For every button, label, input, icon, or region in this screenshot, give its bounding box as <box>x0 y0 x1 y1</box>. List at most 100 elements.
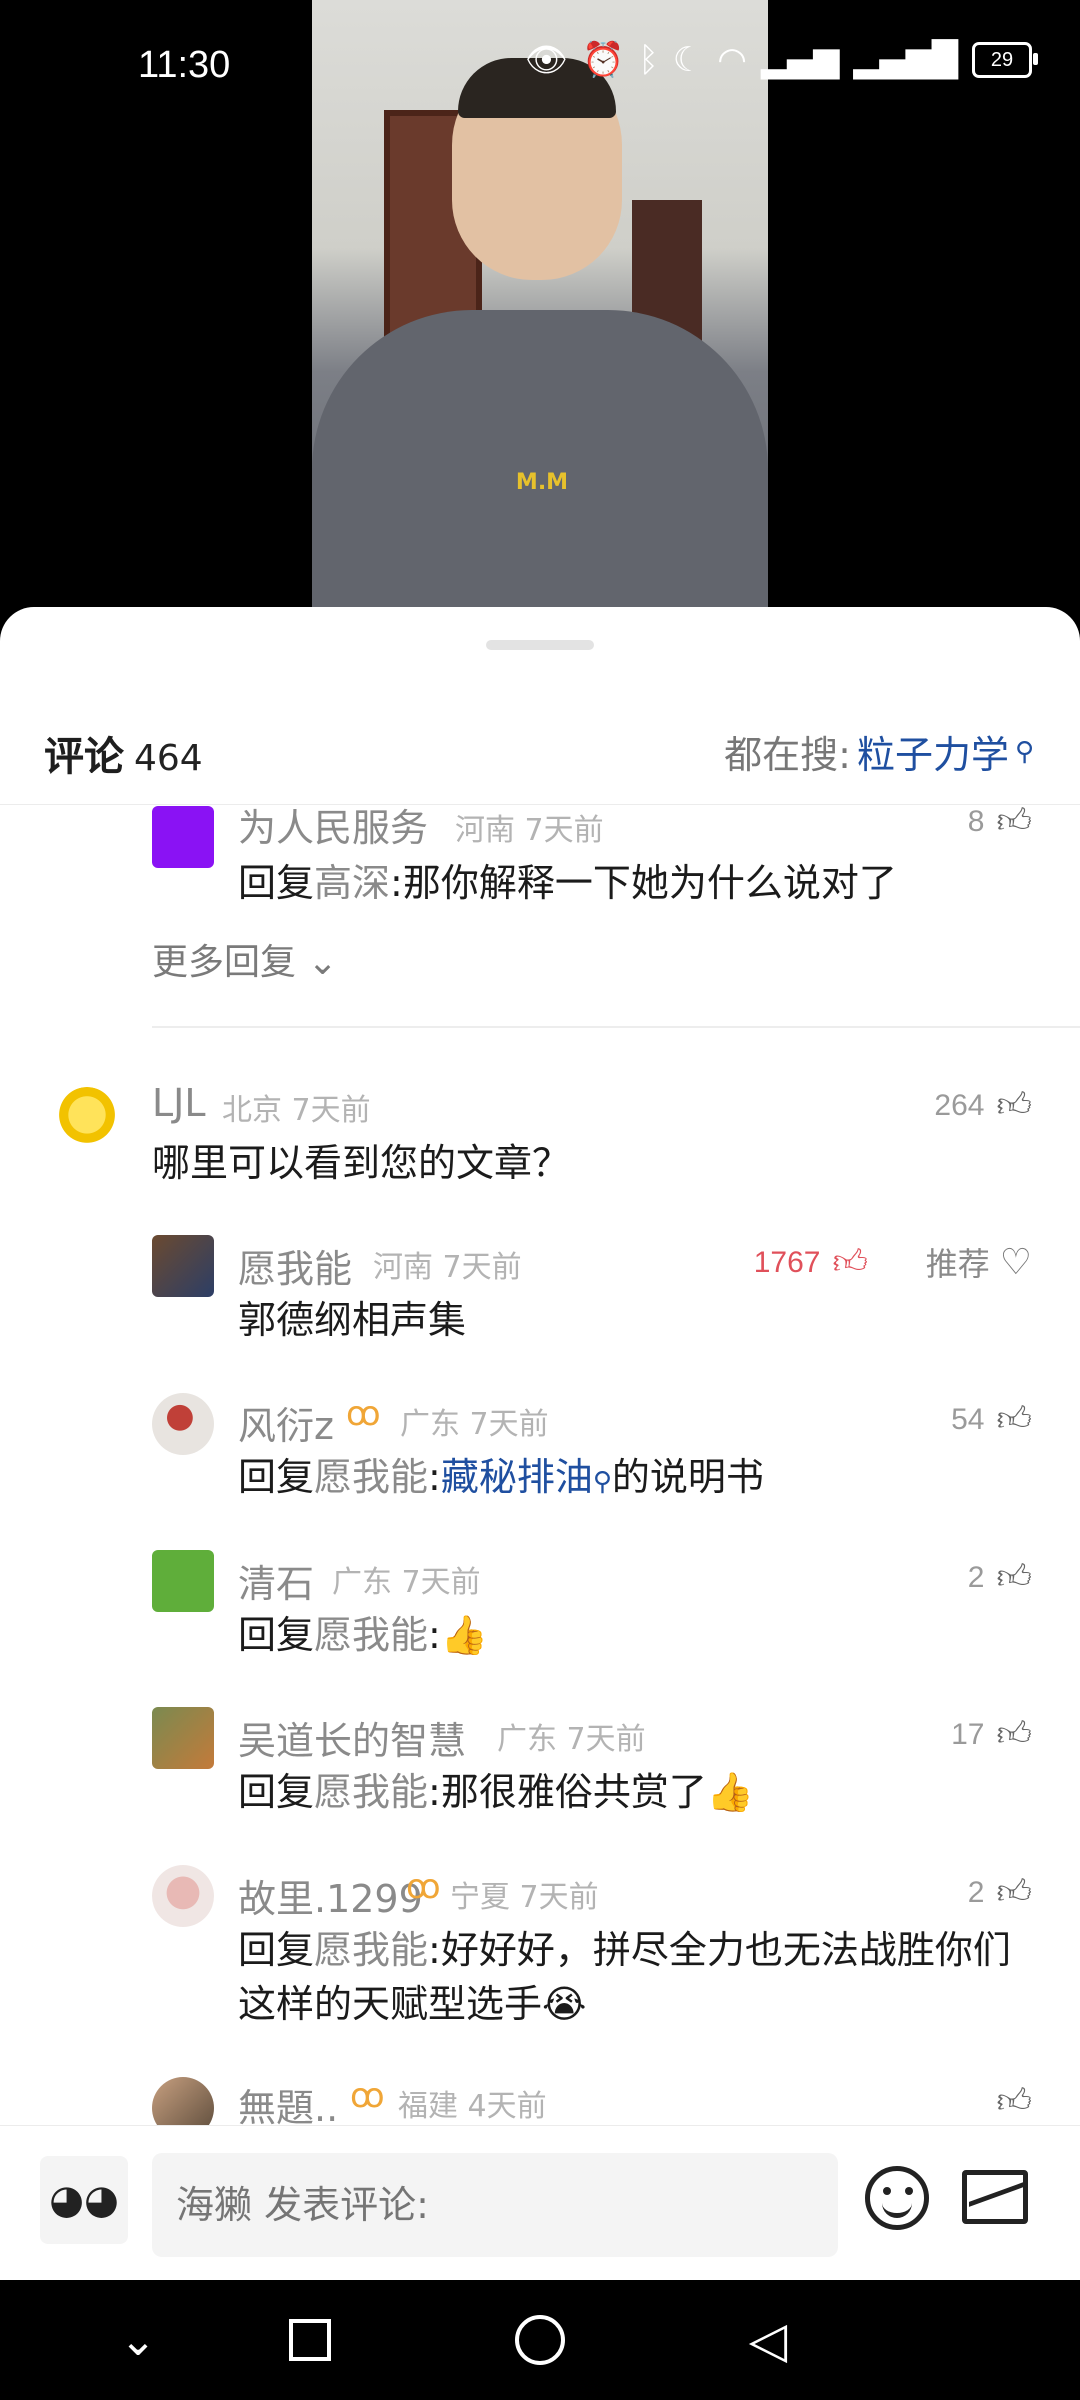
home-circle-icon[interactable] <box>510 2310 570 2370</box>
panel-drag-handle[interactable] <box>486 640 594 650</box>
comment-meta: 河南 7天前 <box>373 1242 522 1286</box>
search-icon: ⚲ <box>1014 736 1034 767</box>
like-button[interactable]: 👍︎ <box>996 2081 1032 2122</box>
alarm-icon: ⏰ <box>582 40 625 80</box>
battery-icon: 29 <box>972 42 1038 78</box>
thumbs-up-icon: 👍︎ <box>996 1558 1032 1596</box>
square-icon[interactable] <box>280 2310 340 2370</box>
reply-prefix: 回复 <box>238 1770 315 1814</box>
chevron-down-icon[interactable]: ⌄ <box>108 2310 168 2370</box>
comment-location: 福建 <box>398 2089 458 2124</box>
comment-meta: 宁夏 7天前 <box>450 1872 599 1916</box>
emoji-icon[interactable] <box>865 2166 929 2230</box>
like-button[interactable]: 8 👍︎ <box>968 805 1032 842</box>
comment-text: 回复愿我能:那很雅俗共赏了👍 <box>238 1765 1028 1819</box>
reply-body: :👍 <box>428 1613 489 1657</box>
comment-author[interactable]: 吴道长的智慧 <box>238 1710 466 1765</box>
comment-meta: 福建 4天前 <box>398 2081 547 2125</box>
signal-icon: ▂▄▆ <box>760 40 840 80</box>
5g-signal-icon: ▂▄▆█ <box>853 40 958 80</box>
avatar[interactable] <box>152 1550 214 1612</box>
comment-title-label: 评论 <box>44 734 124 780</box>
reply-target[interactable]: 愿我能 <box>314 1455 428 1499</box>
more-replies-label: 更多回复 <box>152 942 297 983</box>
like-button[interactable]: 1767 👍︎ <box>754 1242 868 1283</box>
comment-count: 464 <box>134 738 203 779</box>
comment-author[interactable]: 风衍z <box>238 1395 334 1450</box>
comment-meta: 广东 7天前 <box>332 1557 481 1601</box>
thumbs-up-icon: 👍︎ <box>996 2082 1032 2120</box>
heart-icon: ♡ <box>999 1241 1032 1283</box>
like-button[interactable]: 2 👍︎ <box>968 1557 1032 1598</box>
recommend-button[interactable]: 推荐 ♡ <box>926 1239 1032 1285</box>
comment-text: 回复高深:那你解释一下她为什么说对了 <box>238 856 1028 910</box>
thumbs-up-filled-icon: 👍︎ <box>832 1243 868 1281</box>
back-triangle-icon[interactable]: ◁ <box>738 2310 798 2370</box>
search-suggestion[interactable]: 都在搜: 粒子力学 ⚲ <box>724 724 1034 779</box>
reply-target[interactable]: 愿我能 <box>314 1770 428 1814</box>
comment-location: 广东 <box>497 1722 557 1757</box>
avatar[interactable] <box>152 1865 214 1927</box>
reply-body: :那你解释一下她为什么说对了 <box>390 861 897 905</box>
reply-target[interactable]: 愿我能 <box>314 1613 428 1657</box>
avatar[interactable] <box>152 1707 214 1769</box>
comment-location: 宁夏 <box>450 1880 510 1915</box>
reply-target[interactable]: 高深 <box>314 861 390 905</box>
search-suggestion-keyword[interactable]: 粒子力学 <box>857 724 1009 779</box>
comment-author[interactable]: 無題.. <box>238 2077 338 2125</box>
moon-icon: ☾ <box>672 40 704 80</box>
avatar[interactable] <box>152 2077 214 2125</box>
search-link[interactable]: 藏秘排油 <box>441 1455 593 1499</box>
comment-location: 河南 <box>455 813 515 848</box>
comment-location: 广东 <box>400 1407 460 1442</box>
like-button[interactable]: 264 👍︎ <box>934 1085 1032 1126</box>
reply-suffix: 的说明书 <box>611 1455 764 1499</box>
like-button[interactable]: 2 👍︎ <box>968 1872 1032 1913</box>
avatar[interactable] <box>152 1235 214 1297</box>
member-badge-icon: ꝏ <box>350 2076 385 2116</box>
shirt-print: M.M <box>515 470 569 495</box>
comment-text: 回复愿我能:好好好，拼尽全力也无法战胜你们这样的天赋型选手😭 <box>238 1923 1038 2031</box>
reply-body: : <box>428 1455 441 1499</box>
comment-list[interactable]: 为人民服务 河南 7天前 8 👍︎ 回复高深:那你解释一下她为什么说对了 更多回复… <box>0 805 1080 2125</box>
avatar[interactable] <box>152 806 214 868</box>
more-replies-button[interactable]: 更多回复 ⌄ <box>152 933 338 985</box>
comment-time: 7天前 <box>519 1880 599 1915</box>
comment-separator <box>152 1026 1080 1028</box>
comment-author[interactable]: 愿我能 <box>238 1238 352 1293</box>
like-button[interactable]: 54 👍︎ <box>951 1399 1032 1440</box>
recommend-label: 推荐 <box>925 1245 990 1283</box>
search-suggestion-prefix: 都在搜: <box>724 733 851 777</box>
comment-author[interactable]: 清石 <box>238 1553 314 1608</box>
thumbs-up-icon: 👍︎ <box>996 805 1032 840</box>
like-button[interactable]: 17 👍︎ <box>951 1714 1032 1755</box>
comment-location: 广东 <box>332 1565 392 1600</box>
reply-prefix: 回复 <box>238 861 315 905</box>
avatar[interactable] <box>56 1087 118 1149</box>
comment-author[interactable]: 故里.1299 <box>238 1868 423 1923</box>
avatar[interactable] <box>152 1393 214 1455</box>
user-avatar[interactable]: ◕◕ <box>40 2156 128 2244</box>
system-nav-bar: ⌄ ◁ <box>0 2280 1080 2400</box>
eye-icon: 👁 <box>524 40 569 80</box>
bluetooth-icon: ᛒ <box>638 40 659 80</box>
like-count: 17 <box>951 1717 985 1751</box>
comment-text: 郭德纲相声集 <box>238 1298 467 1342</box>
comment-time: 7天前 <box>291 1093 371 1128</box>
comment-text: 回复愿我能:👍 <box>238 1608 1028 1662</box>
comment-author[interactable]: LJL <box>152 1081 206 1125</box>
status-icons: 👁 ⏰ ᛒ ☾ ◠ ▂▄▆ ▂▄▆█ 29 <box>524 40 1038 80</box>
comment-meta: 广东 7天前 <box>400 1399 549 1443</box>
comment-time: 7天前 <box>442 1250 522 1285</box>
like-count: 8 <box>967 805 985 838</box>
like-count: 2 <box>967 1875 985 1909</box>
comment-input[interactable] <box>152 2153 838 2257</box>
image-icon[interactable] <box>962 2170 1028 2224</box>
comment-text: 哪里可以看到您的文章？ <box>152 1141 571 1185</box>
comment-author[interactable]: 为人民服务 <box>238 805 428 852</box>
reply-prefix: 回复 <box>238 1613 315 1657</box>
comment-meta: 北京 7天前 <box>222 1085 371 1129</box>
video-person-shirt <box>312 310 768 620</box>
comment-header: 评论 464 都在搜: 粒子力学 ⚲ <box>0 700 1080 804</box>
reply-target[interactable]: 愿我能 <box>314 1928 428 1972</box>
